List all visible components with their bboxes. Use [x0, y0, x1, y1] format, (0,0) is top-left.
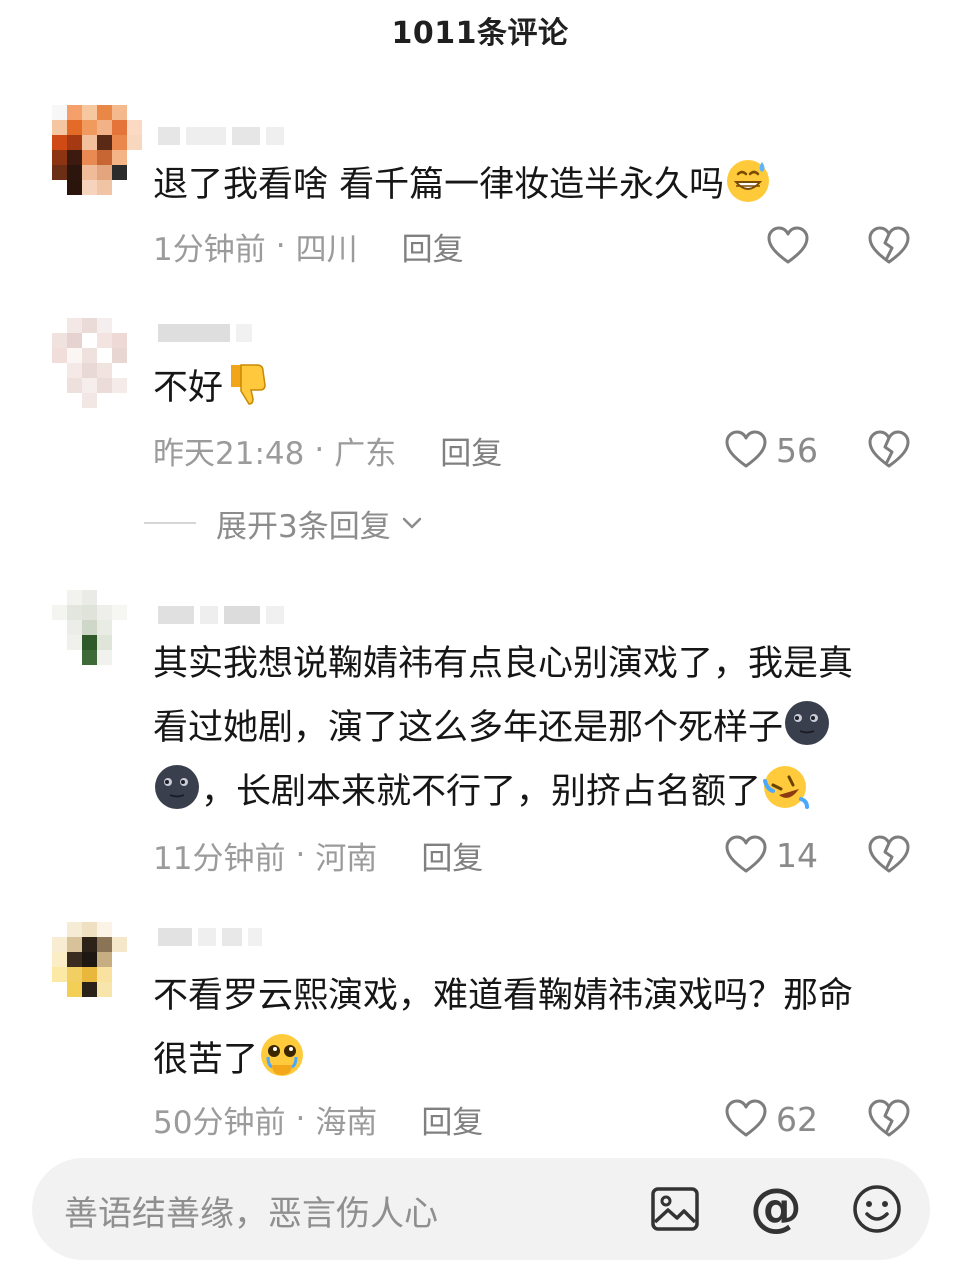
heart-icon [724, 428, 768, 472]
heart-broken-icon[interactable] [866, 1097, 912, 1141]
reply-button[interactable]: 回复 [440, 428, 502, 473]
comment-location: 四川 [295, 231, 358, 268]
heart-broken-icon[interactable] [866, 428, 912, 472]
comment-location: 广东 [334, 435, 397, 472]
like-button[interactable] [766, 224, 810, 268]
comment-meta: 1分钟前 · 四川 回复 [153, 224, 464, 269]
pleading-tears-emoji [261, 1034, 304, 1076]
reply-button[interactable]: 回复 [421, 1097, 483, 1142]
comments-header: 1011条评论 [0, 0, 960, 60]
comment-meta: 昨天21:48 · 广东 回复 [153, 428, 502, 473]
divider-line [144, 522, 196, 524]
comment-text-content: 不好 [153, 368, 224, 408]
comment-text: 退了我看啥 看千篇一律妆造半永久吗 [153, 153, 913, 217]
comment-text-line: 很苦了 [153, 1028, 913, 1092]
comment-count-title: 1011条评论 [391, 16, 569, 51]
heart-broken-icon[interactable] [866, 224, 912, 268]
username-blurred[interactable] [158, 926, 262, 948]
reply-button[interactable]: 回复 [402, 224, 464, 269]
comment-text-content: 退了我看啥 看千篇一律妆造半永久吗 [153, 165, 725, 205]
thumbs-down-emoji [231, 364, 266, 405]
at-icon[interactable]: @ [750, 1176, 802, 1240]
comment-meta: 50分钟前 · 海南 回复 [153, 1097, 483, 1142]
heart-broken-icon[interactable] [866, 833, 912, 877]
rolling-laughing-emoji [763, 766, 810, 809]
like-count: 56 [776, 430, 818, 470]
comment-text: 其实我想说鞠婧祎有点良心别演戏了，我是真 看过她剧，演了这么多年还是那个死样子 … [153, 632, 913, 824]
heart-icon [766, 224, 810, 268]
smiley-icon[interactable] [850, 1182, 904, 1236]
avatar[interactable] [52, 105, 142, 195]
comment-time: 1分钟前 [153, 231, 266, 268]
avatar[interactable] [52, 318, 142, 408]
heart-icon [724, 1097, 768, 1141]
comment-text: 不好 [153, 356, 913, 420]
comment-location: 河南 [315, 840, 378, 877]
comment-input-placeholder[interactable]: 善语结善缘，恶言伤人心 [64, 1186, 438, 1235]
comment-time: 11分钟前 [153, 840, 286, 877]
like-button[interactable]: 62 [724, 1097, 818, 1141]
comment-time: 昨天21:48 [153, 435, 305, 472]
like-count: 62 [776, 1099, 818, 1139]
like-button[interactable]: 56 [724, 428, 818, 472]
comment-time: 50分钟前 [153, 1104, 286, 1141]
like-count: 14 [776, 835, 818, 875]
avatar[interactable] [52, 590, 142, 680]
comment-meta: 11分钟前 · 河南 回复 [153, 833, 483, 878]
expand-replies-label: 展开3条回复 [216, 508, 391, 545]
comment-text-line: ，长剧本来就不行了，别挤占名额了 [153, 760, 913, 824]
username-blurred[interactable] [158, 322, 252, 344]
comment-text: 不看罗云熙演戏，难道看鞠婧祎演戏吗？那命 很苦了 [153, 964, 913, 1092]
reply-button[interactable]: 回复 [421, 833, 483, 878]
dark-moon-face-emoji [155, 765, 199, 809]
chevron-down-icon [402, 517, 421, 529]
like-button[interactable]: 14 [724, 833, 818, 877]
avatar[interactable] [52, 922, 142, 1012]
heart-icon [724, 833, 768, 877]
comment-location: 海南 [315, 1104, 378, 1141]
comment-text-line: 看过她剧，演了这么多年还是那个死样子 [153, 696, 913, 760]
username-blurred[interactable] [158, 125, 284, 147]
expand-replies-button[interactable]: 展开3条回复 [144, 500, 423, 546]
comment-input-bar[interactable]: 善语结善缘，恶言伤人心 @ [32, 1158, 930, 1260]
comment-text-line: 其实我想说鞠婧祎有点良心别演戏了，我是真 [153, 644, 854, 684]
image-icon[interactable] [648, 1182, 702, 1236]
username-blurred[interactable] [158, 604, 284, 626]
grinning-sweat-emoji [727, 160, 770, 202]
comment-text-line: 不看罗云熙演戏，难道看鞠婧祎演戏吗？那命 [153, 976, 854, 1016]
dark-moon-face-emoji [785, 701, 830, 745]
